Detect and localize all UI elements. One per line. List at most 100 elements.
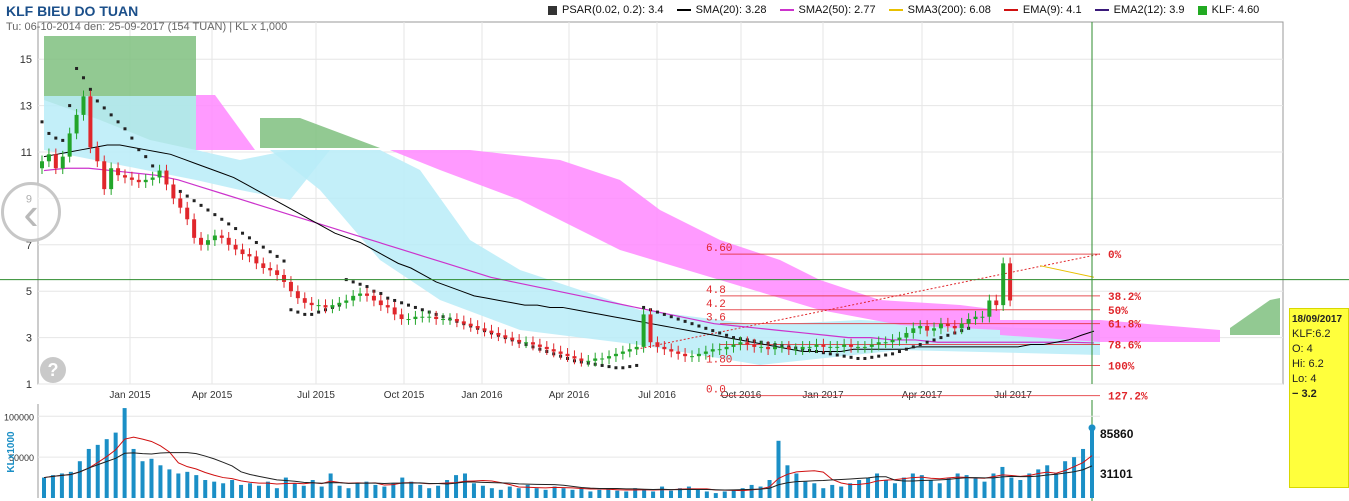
candle-body	[413, 316, 418, 320]
volume-bar	[364, 481, 369, 498]
psar-dot	[379, 292, 383, 296]
volume-bar	[973, 478, 978, 498]
volume-bar	[651, 491, 656, 498]
fib-price-label: 0.0	[706, 385, 726, 397]
psar-dot	[683, 319, 687, 323]
candle-body	[95, 147, 100, 162]
ohlc-info-box: 18/09/2017 KLF:6.2 O: 4 Hi: 6.2 Lo: 4 − …	[1289, 308, 1349, 488]
volume-bar	[50, 475, 55, 498]
candle-body	[745, 342, 750, 345]
info-close: KLF:6.2	[1292, 328, 1331, 340]
volume-bar	[355, 483, 360, 498]
x-tick-label: Oct 2015	[384, 390, 425, 401]
y-tick-label: 5	[26, 286, 32, 298]
psar-dot	[676, 317, 680, 321]
candle-body	[461, 321, 466, 324]
y-tick-label: 11	[21, 147, 32, 159]
candle-body	[683, 353, 688, 357]
volume-bar	[59, 473, 64, 498]
volume-bar	[669, 490, 674, 498]
volume-bar	[1081, 448, 1086, 498]
psar-dot	[946, 333, 950, 337]
psar-dot	[88, 87, 92, 91]
volume-bar	[642, 489, 647, 498]
psar-dot	[116, 120, 120, 124]
psar-dot	[842, 354, 846, 358]
psar-dot	[704, 326, 708, 330]
psar-dot	[877, 354, 881, 358]
candle-body	[88, 96, 93, 148]
legend-swatch	[1197, 5, 1207, 15]
candle-body	[420, 316, 425, 318]
candle-body	[46, 154, 51, 162]
volume-bar	[660, 486, 665, 498]
volume-bar	[982, 481, 987, 498]
candle-body	[53, 154, 58, 169]
candle-body	[952, 326, 957, 329]
volume-bar	[346, 488, 351, 498]
candle-body	[544, 346, 549, 350]
info-high: Hi: 6.2	[1292, 358, 1324, 370]
candle-body	[849, 344, 854, 347]
candle-body	[551, 349, 556, 352]
volume-bar	[391, 483, 396, 498]
candle-body	[233, 244, 238, 250]
volume-bar	[292, 483, 297, 498]
psar-dot	[303, 312, 307, 316]
legend-sma20: SMA(20): 3.28	[676, 4, 766, 16]
volume-bar	[158, 465, 163, 498]
cloud-pink-1	[196, 95, 255, 150]
legend-sma200: SMA3(200): 6.08	[888, 4, 991, 16]
psar-dot	[268, 250, 272, 254]
psar-dot	[711, 329, 715, 333]
psar-dot	[690, 322, 694, 326]
candle-body	[468, 323, 473, 326]
candle-body	[116, 168, 121, 176]
psar-dot	[351, 280, 355, 284]
volume-bar	[194, 475, 199, 498]
psar-dot	[234, 227, 238, 231]
candle-body	[489, 330, 494, 333]
x-tick-label: Jul 2016	[638, 390, 676, 401]
info-date: 18/09/2017	[1292, 314, 1343, 325]
candle-body	[600, 358, 605, 360]
previous-arrow-button[interactable]: ‹	[1, 182, 61, 242]
candle-body	[302, 298, 307, 303]
psar-dot	[130, 136, 134, 140]
psar-dot	[697, 324, 701, 328]
psar-dot	[918, 343, 922, 347]
fib-price-label: 4.2	[706, 299, 726, 311]
volume-bar	[113, 432, 118, 498]
candle-body	[178, 198, 183, 208]
psar-dot	[40, 120, 44, 124]
volume-bar	[946, 477, 951, 498]
candle-body	[607, 356, 612, 359]
candle-body	[358, 293, 363, 296]
candle-body	[385, 305, 390, 308]
psar-dot	[406, 303, 410, 307]
legend-ema9: EMA(9): 4.1	[1003, 4, 1082, 16]
psar-dot	[220, 217, 224, 221]
psar-dot	[192, 199, 196, 203]
candle-body	[122, 175, 127, 178]
volume-bar	[1000, 466, 1005, 498]
candle-body	[814, 344, 819, 347]
candle-body	[1008, 263, 1013, 301]
candle-body	[821, 344, 826, 347]
fib-percent-label: 0%	[1108, 250, 1122, 262]
candle-body	[378, 300, 383, 306]
volume-bar	[274, 488, 279, 498]
psar-dot	[213, 213, 217, 217]
psar-dot	[296, 310, 300, 314]
help-icon[interactable]: ?	[40, 357, 66, 383]
psar-dot	[621, 366, 625, 370]
volume-bar	[803, 481, 808, 498]
x-tick-label: Apr 2016	[549, 390, 590, 401]
fib-percent-label: 38.2%	[1108, 292, 1141, 304]
candle-body	[911, 328, 916, 333]
volume-bar	[221, 483, 226, 498]
psar-dot	[897, 350, 901, 354]
fib-price-label: 6.60	[706, 243, 732, 255]
candle-body	[724, 346, 729, 350]
volume-bar	[167, 469, 172, 498]
